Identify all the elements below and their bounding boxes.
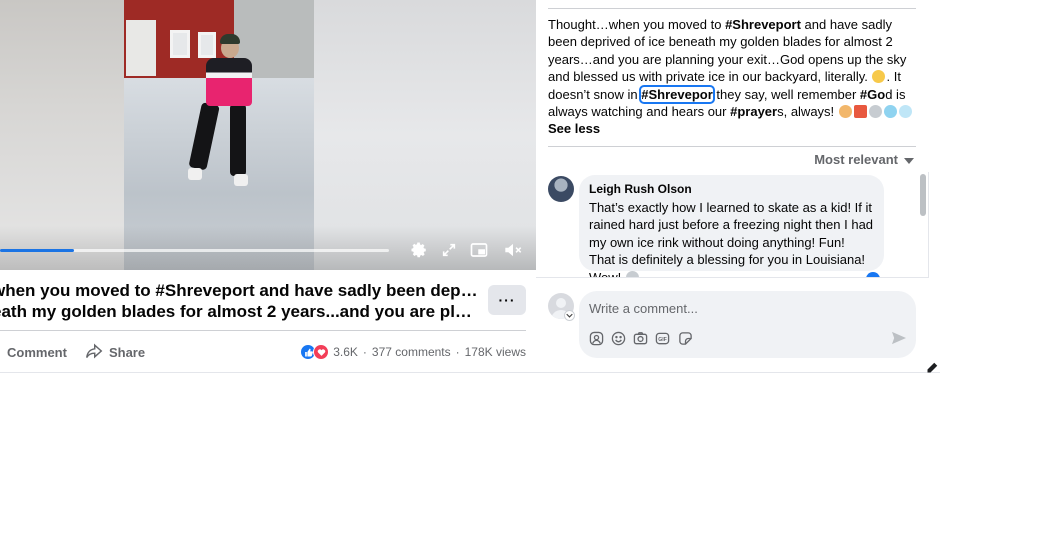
scrollbar-track (928, 172, 929, 278)
cold-face-emoji-icon (883, 105, 897, 119)
comment-author[interactable]: Leigh Rush Olson (589, 182, 874, 196)
comment-input[interactable] (589, 298, 889, 318)
sort-label: Most relevant (814, 152, 898, 167)
divider (548, 8, 916, 9)
post-title[interactable]: when you moved to #Shreveport and have s… (0, 280, 478, 324)
comment-count[interactable]: 377 comments (372, 345, 451, 359)
video-player[interactable] (0, 0, 536, 270)
comment-sort-dropdown[interactable]: Most relevant (814, 152, 914, 167)
edit-icon[interactable] (924, 362, 940, 374)
ice-skate-emoji-icon (868, 105, 882, 119)
picture-in-picture-icon[interactable] (469, 240, 489, 260)
comment-text-body: That’s exactly how I learned to skate as… (589, 200, 874, 278)
post-actions: Comment Share (0, 340, 163, 364)
avatar-head (556, 298, 566, 308)
post-description: Thought…when you moved to #Shreveport an… (548, 16, 916, 138)
svg-text:GIF: GIF (658, 336, 667, 342)
caret-down-icon (904, 152, 914, 167)
comment-label: Comment (7, 344, 67, 360)
smile-emoji-icon (872, 70, 886, 84)
video-garage (126, 20, 156, 76)
description-text: they say, well remember (712, 86, 860, 102)
video-progress-bar[interactable] (0, 249, 389, 252)
video-window (170, 30, 190, 58)
stats-separator: · (455, 345, 460, 359)
stats-separator: · (362, 345, 367, 359)
praying-hands-emoji-icon (838, 105, 852, 119)
gif-icon[interactable]: GIF (654, 330, 670, 346)
post-title-line: when you moved to #Shreveport and have s… (0, 281, 478, 300)
gift-emoji-icon (853, 105, 867, 119)
scrollbar[interactable] (918, 172, 928, 278)
video-progress-fill (0, 249, 74, 252)
share-label: Share (108, 344, 146, 360)
hashtag-link[interactable]: #Shreveport (725, 17, 801, 32)
view-count: 178K views (464, 345, 526, 359)
divider (0, 372, 940, 373)
comment-text: That’s exactly how I learned to skate as… (589, 199, 874, 278)
divider (0, 330, 526, 331)
description-text: s, always! (777, 104, 838, 120)
comment-button[interactable]: Comment (7, 345, 67, 360)
video-person-jacket (206, 58, 252, 106)
comment-composer: GIF (579, 291, 916, 358)
share-icon (85, 343, 103, 362)
hashtag-link[interactable]: #Shrevepor (639, 84, 715, 104)
fullscreen-icon[interactable] (439, 240, 459, 260)
avatar-sticker-icon[interactable] (588, 330, 604, 346)
snowflake-emoji-icon (898, 105, 912, 119)
video-window (198, 32, 216, 58)
emoji-icon[interactable] (610, 330, 626, 346)
see-less-link[interactable]: See less (548, 120, 916, 137)
video-person-skate (188, 168, 202, 180)
chevron-down-icon[interactable] (564, 310, 575, 321)
love-reaction-icon[interactable] (313, 344, 330, 360)
divider (536, 277, 929, 278)
video-person-leg (230, 104, 246, 176)
comment-bubble: Leigh Rush Olson That’s exactly how I le… (579, 175, 884, 278)
hashtag-link[interactable]: #prayer (730, 104, 777, 119)
sticker-icon[interactable] (677, 330, 693, 346)
scrollbar-thumb[interactable] (920, 174, 926, 216)
mute-icon[interactable] (503, 240, 523, 260)
reaction-count[interactable]: 3.6K (333, 345, 358, 359)
share-button[interactable]: Share (85, 343, 145, 362)
divider (548, 146, 916, 147)
video-person-hat (220, 34, 240, 44)
more-options-button[interactable]: ··· (488, 285, 526, 315)
camera-icon[interactable] (632, 330, 648, 346)
description-text: Thought…when you moved to (548, 17, 726, 32)
hashtag-link[interactable]: #Go (860, 87, 885, 102)
video-person-skate (234, 174, 248, 186)
comment-list[interactable]: Leigh Rush Olson That’s exactly how I le… (548, 172, 930, 278)
post-title-line: eath my golden blades for almost 2 years… (0, 302, 478, 321)
settings-icon[interactable] (409, 240, 429, 260)
avatar[interactable] (548, 176, 574, 202)
send-icon[interactable] (890, 329, 908, 347)
post-stats: 3.6K · 377 comments · 178K views (300, 342, 526, 362)
